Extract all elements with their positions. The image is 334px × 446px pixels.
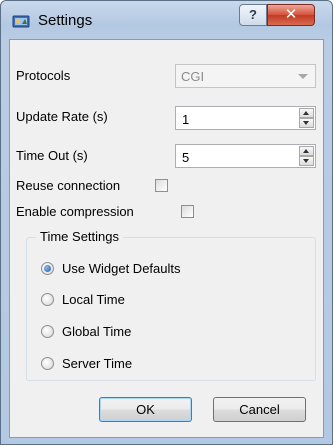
local-time-label[interactable]: Local Time xyxy=(62,292,125,307)
timeout-label: Time Out (s) xyxy=(16,148,88,163)
settings-dialog: Settings ? ✕ Protocols CGI Update Rate (… xyxy=(0,0,333,445)
dialog-body: Protocols CGI Update Rate (s) 1 Time Out… xyxy=(9,39,324,438)
time-settings-title: Time Settings xyxy=(36,229,123,244)
cancel-button[interactable]: Cancel xyxy=(213,397,306,422)
timeout-value: 5 xyxy=(182,150,190,165)
use-widget-defaults-label[interactable]: Use Widget Defaults xyxy=(62,261,181,276)
close-icon: ✕ xyxy=(284,6,298,23)
global-time-label[interactable]: Global Time xyxy=(62,324,131,339)
enable-compression-checkbox[interactable] xyxy=(181,205,194,218)
reuse-connection-checkbox[interactable] xyxy=(155,179,168,192)
help-button[interactable]: ? xyxy=(239,4,267,26)
spin-up-icon[interactable] xyxy=(299,146,314,156)
close-button[interactable]: ✕ xyxy=(267,4,315,26)
protocols-value: CGI xyxy=(181,69,205,84)
server-time-radio[interactable] xyxy=(41,357,54,370)
update-rate-label: Update Rate (s) xyxy=(16,109,108,124)
update-rate-spinbox[interactable]: 1 xyxy=(175,106,316,130)
update-rate-value: 1 xyxy=(182,112,190,127)
chevron-down-icon xyxy=(298,74,308,79)
local-time-radio[interactable] xyxy=(41,293,54,306)
window-title: Settings xyxy=(38,12,93,29)
protocols-combobox[interactable]: CGI xyxy=(175,64,316,88)
timeout-spinbox[interactable]: 5 xyxy=(175,144,316,168)
settings-app-icon xyxy=(12,13,30,29)
spin-up-icon[interactable] xyxy=(299,108,314,118)
use-widget-defaults-radio[interactable] xyxy=(41,262,54,275)
help-icon: ? xyxy=(249,7,257,22)
ok-button[interactable]: OK xyxy=(99,397,192,422)
protocols-label: Protocols xyxy=(16,68,71,83)
spin-down-icon[interactable] xyxy=(299,156,314,166)
server-time-label[interactable]: Server Time xyxy=(62,356,132,371)
global-time-radio[interactable] xyxy=(41,325,54,338)
title-bar[interactable]: Settings ? ✕ xyxy=(1,1,332,39)
reuse-connection-label: Reuse connection xyxy=(16,178,121,193)
enable-compression-label: Enable compression xyxy=(16,204,134,219)
spin-down-icon[interactable] xyxy=(299,118,314,128)
